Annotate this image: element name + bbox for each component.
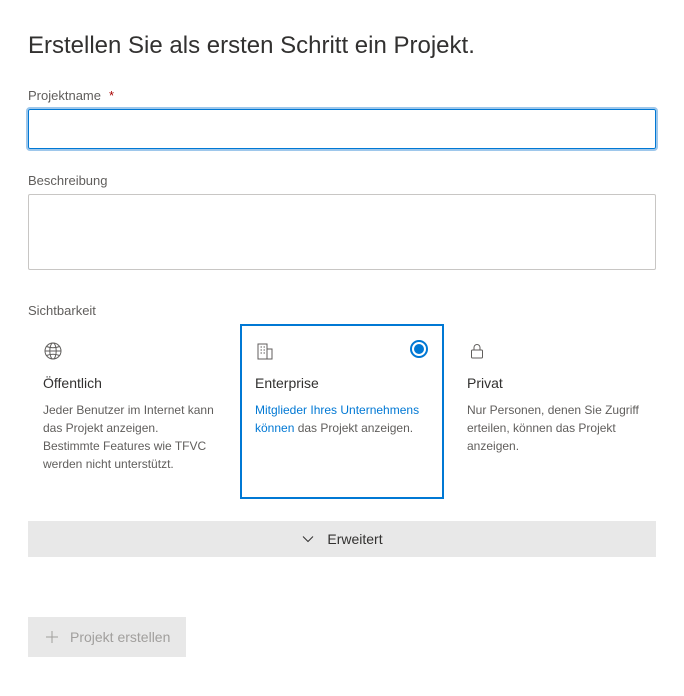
chevron-down-icon (301, 532, 315, 546)
visibility-public-desc: Jeder Benutzer im Internet kann das Proj… (43, 401, 217, 473)
visibility-private-title: Privat (467, 375, 641, 391)
visibility-label: Sichtbarkeit (28, 303, 656, 318)
radio-selected-icon (410, 340, 428, 358)
plus-icon (44, 629, 60, 645)
description-input[interactable] (28, 194, 656, 270)
visibility-public-title: Öffentlich (43, 375, 217, 391)
visibility-option-enterprise[interactable]: Enterprise Mitglieder Ihres Unternehmens… (240, 324, 444, 499)
visibility-enterprise-title: Enterprise (255, 375, 429, 391)
visibility-label-text: Sichtbarkeit (28, 303, 96, 318)
visibility-enterprise-desc: Mitglieder Ihres Unternehmens können das… (255, 401, 429, 437)
visibility-enterprise-desc-rest: das Projekt anzeigen. (294, 421, 413, 435)
description-label-text: Beschreibung (28, 173, 108, 188)
advanced-label: Erweitert (327, 531, 382, 547)
visibility-option-public[interactable]: Öffentlich Jeder Benutzer im Internet ka… (28, 324, 232, 499)
create-project-button[interactable]: Projekt erstellen (28, 617, 186, 657)
visibility-option-private[interactable]: Privat Nur Personen, denen Sie Zugriff e… (452, 324, 656, 499)
visibility-options: Öffentlich Jeder Benutzer im Internet ka… (28, 324, 656, 499)
lock-icon (467, 341, 641, 361)
project-name-input[interactable] (28, 109, 656, 149)
project-name-label: Projektname * (28, 88, 656, 103)
create-project-label: Projekt erstellen (70, 629, 170, 645)
building-icon (255, 341, 429, 361)
required-asterisk: * (109, 88, 114, 103)
page-title: Erstellen Sie als ersten Schritt ein Pro… (28, 32, 656, 60)
globe-icon (43, 341, 217, 361)
project-name-label-text: Projektname (28, 88, 101, 103)
description-label: Beschreibung (28, 173, 656, 188)
advanced-toggle[interactable]: Erweitert (28, 521, 656, 557)
visibility-private-desc: Nur Personen, denen Sie Zugriff erteilen… (467, 401, 641, 455)
